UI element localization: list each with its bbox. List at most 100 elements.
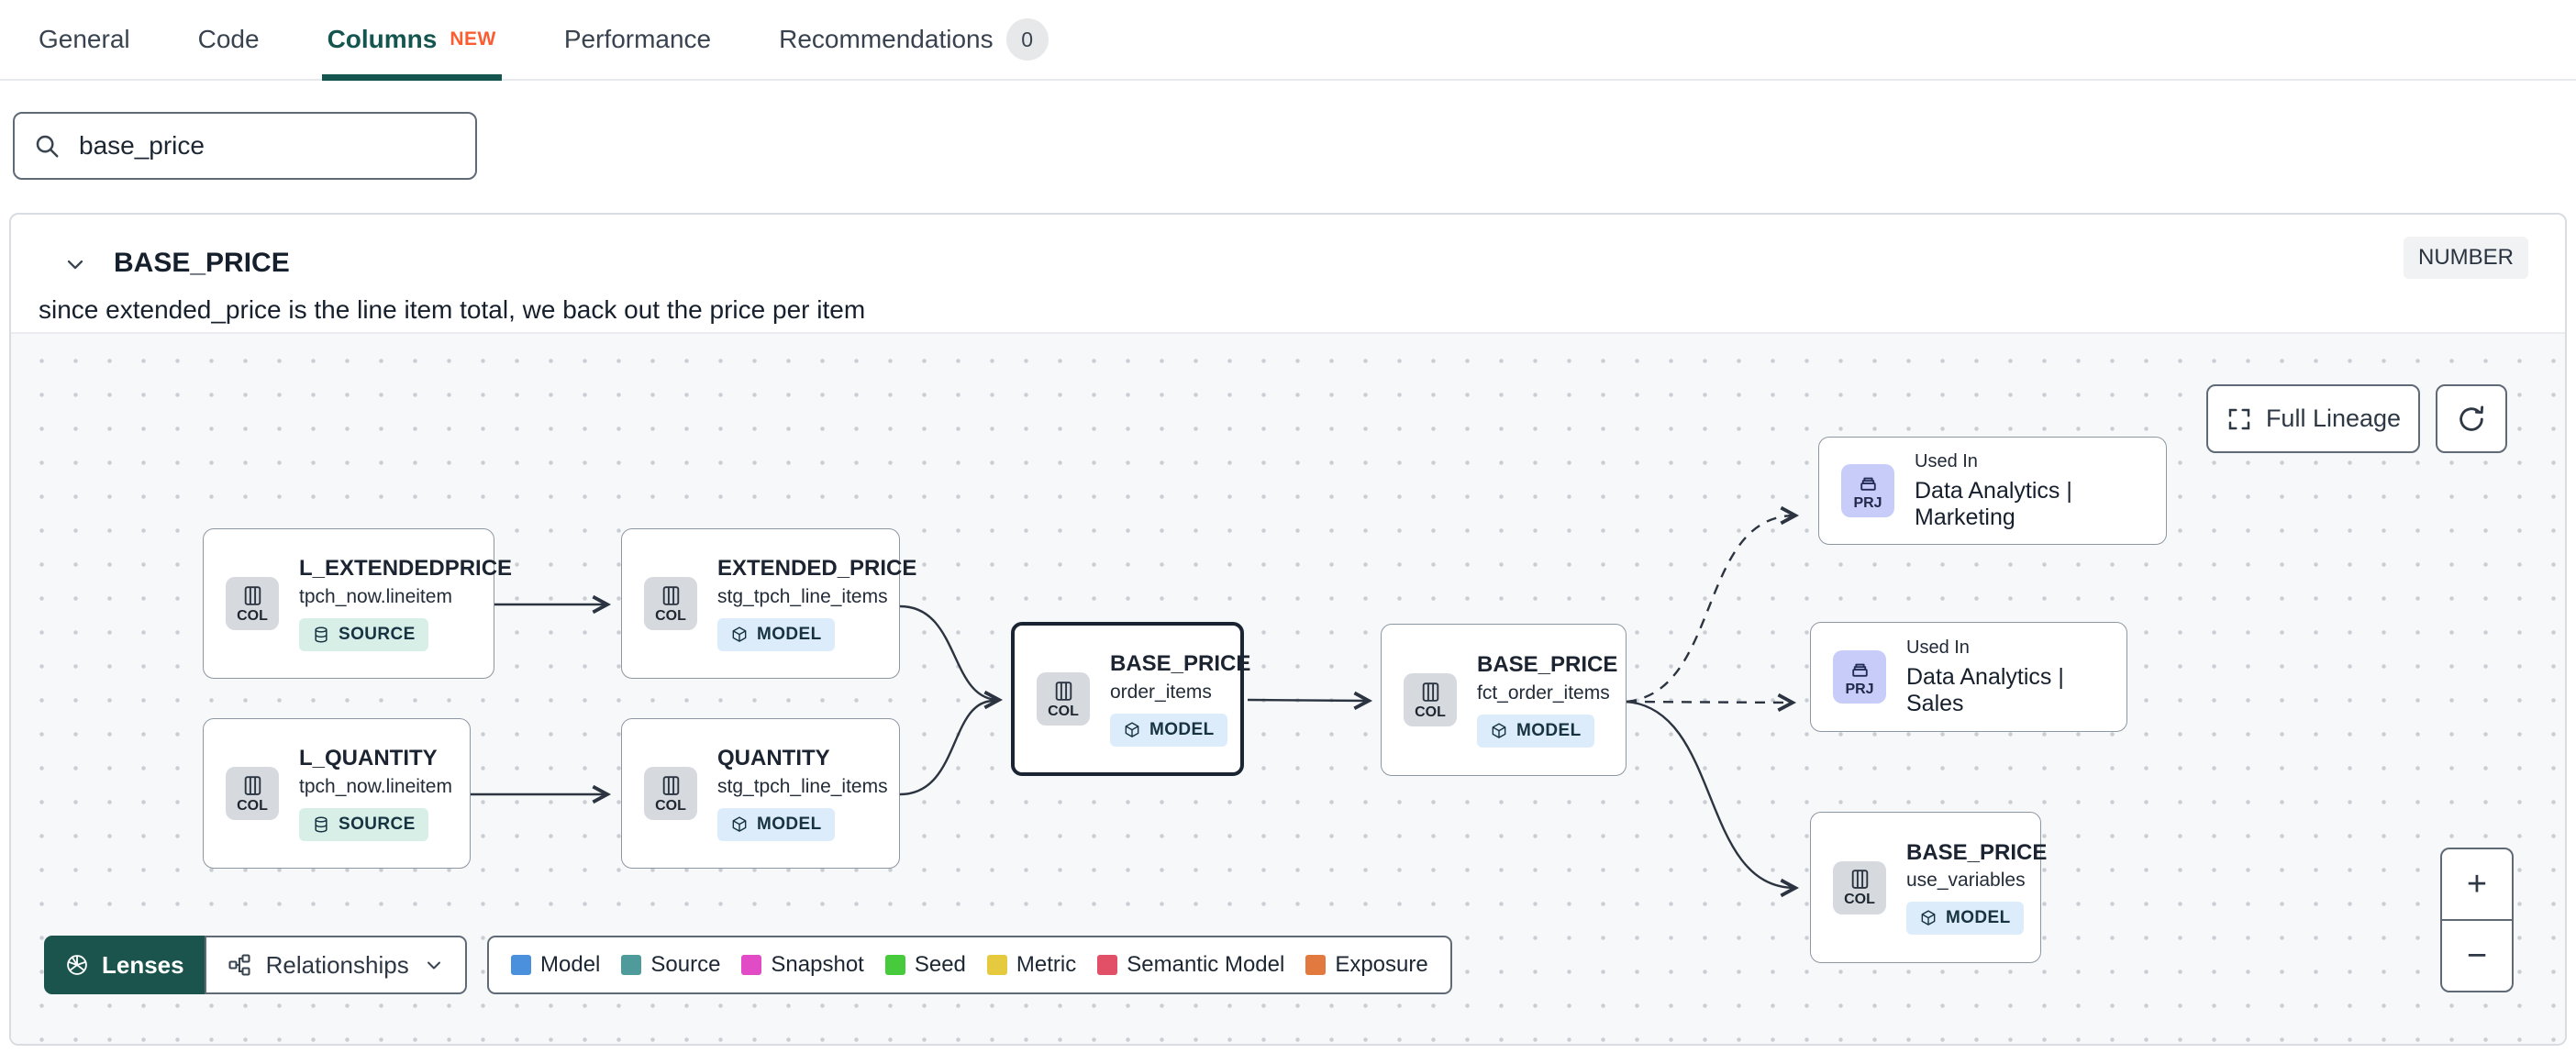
column-icon: COL — [1404, 673, 1457, 726]
database-icon — [315, 816, 328, 833]
node-used-in-label: Used In — [1915, 450, 1978, 471]
lens-aperture-icon — [67, 955, 87, 975]
lineage-node-base-price-order-items[interactable]: COL BASE_PRICE order_items MODEL — [1011, 622, 1250, 776]
zoom-in-button[interactable]: + — [2442, 849, 2512, 919]
edge-fctorderitems-to-marketing — [1626, 505, 1800, 704]
source-badge: SOURCE — [299, 807, 428, 841]
model-badge: MODEL — [717, 617, 835, 651]
new-badge: NEW — [450, 28, 496, 50]
column-description: since extended_price is the line item to… — [39, 295, 866, 324]
legend-item-snapshot: Snapshot — [741, 952, 864, 978]
lenses-button[interactable]: Lenses — [44, 936, 205, 994]
lineage-canvas[interactable]: COL L_EXTENDEDPRICE tpch_now.lineitem SO… — [11, 332, 2565, 1044]
lineage-node-base-price-use-variables[interactable]: COL BASE_PRICE use_variables MODEL — [1810, 812, 2047, 963]
badge-label: SOURCE — [339, 624, 416, 644]
node-title: L_EXTENDEDPRICE — [299, 556, 513, 582]
search-input[interactable] — [77, 130, 457, 161]
lineage-node-base-price-fct-order-items[interactable]: COL BASE_PRICE fct_order_items MODEL — [1381, 624, 1627, 776]
relationships-dropdown[interactable]: Relationships — [204, 936, 467, 994]
column-search-box[interactable] — [13, 112, 477, 180]
lineage-node-extended-price[interactable]: COL EXTENDED_PRICE stg_tpch_line_items M… — [621, 528, 916, 679]
recommendations-count-badge: 0 — [1005, 18, 1049, 61]
node-title: QUANTITY — [717, 746, 830, 771]
source-badge: SOURCE — [299, 617, 428, 651]
legend-item-exposure: Exposure — [1305, 952, 1428, 978]
node-kind-label: COL — [237, 797, 268, 814]
cube-icon — [732, 816, 747, 832]
column-icon: COL — [644, 767, 697, 820]
legend-swatch — [986, 955, 1007, 975]
node-title: BASE_PRICE — [1110, 651, 1251, 677]
node-kind-label: COL — [1048, 703, 1079, 719]
cube-icon — [1492, 723, 1506, 738]
legend-item-seed: Seed — [884, 952, 966, 978]
badge-label: SOURCE — [339, 814, 416, 834]
chevron-down-icon[interactable] — [62, 251, 88, 282]
expand-icon — [2228, 408, 2250, 429]
tab-label: General — [39, 25, 130, 53]
lineage-node-used-in-sales[interactable]: PRJ Used In Data Analytics | Sales — [1810, 622, 2127, 732]
legend-item-model: Model — [511, 952, 600, 978]
badge-label: MODEL — [1946, 908, 2011, 928]
lineage-node-l-quantity[interactable]: COL L_QUANTITY tpch_now.lineitem SOURCE — [203, 718, 471, 869]
column-card: BASE_PRICE NUMBER since extended_price i… — [9, 213, 2567, 1046]
database-icon — [315, 626, 328, 643]
column-icon: COL — [226, 577, 279, 630]
lineage-node-used-in-marketing[interactable]: PRJ Used In Data Analytics | Marketing — [1818, 437, 2167, 545]
legend-swatch — [511, 955, 531, 975]
legend-swatch — [621, 955, 642, 975]
node-project-name: Data Analytics | Sales — [1906, 663, 2064, 716]
tab-label: Performance — [563, 25, 712, 53]
node-subtitle: stg_tpch_line_items — [717, 585, 888, 607]
node-subtitle: tpch_now.lineitem — [299, 775, 452, 797]
tab-recommendations[interactable]: Recommendations 0 — [779, 0, 1049, 79]
tab-bar: General Code Columns NEW Performance Rec… — [0, 0, 2576, 81]
legend-label: Snapshot — [771, 952, 864, 977]
model-badge: MODEL — [1477, 714, 1594, 748]
legend: Model Source Snapshot Seed Metric Semant… — [487, 936, 1452, 994]
node-kind-label: PRJ — [1845, 681, 1874, 697]
legend-swatch — [741, 955, 762, 975]
zoom-out-button[interactable]: − — [2442, 919, 2512, 991]
column-icon: COL — [226, 767, 279, 820]
node-kind-label: COL — [655, 797, 686, 814]
cube-icon — [732, 626, 747, 642]
node-subtitle: use_variables — [1906, 870, 2026, 892]
refresh-button[interactable] — [2436, 384, 2507, 453]
column-icon: COL — [1833, 860, 1886, 914]
tab-label: Columns — [327, 25, 438, 53]
legend-item-source: Source — [621, 952, 720, 978]
column-lineage-page: General Code Columns NEW Performance Rec… — [0, 0, 2576, 1053]
node-subtitle: fct_order_items — [1477, 682, 1610, 704]
tab-code[interactable]: Code — [198, 0, 260, 79]
legend-label: Model — [540, 952, 601, 977]
legend-label: Seed — [914, 952, 966, 977]
tab-general[interactable]: General — [39, 0, 130, 79]
cube-icon — [1125, 722, 1139, 737]
node-subtitle: order_items — [1110, 681, 1212, 703]
badge-label: MODEL — [757, 624, 822, 644]
node-title: BASE_PRICE — [1477, 652, 1618, 678]
node-title: BASE_PRICE — [1906, 839, 2048, 865]
tab-columns[interactable]: Columns NEW — [321, 0, 503, 81]
node-subtitle: stg_tpch_line_items — [717, 775, 888, 797]
legend-swatch — [1305, 955, 1327, 975]
node-used-in-label: Used In — [1906, 637, 1970, 658]
legend-swatch — [1097, 955, 1118, 975]
badge-label: MODEL — [757, 814, 822, 834]
node-project-name: Data Analytics | Marketing — [1915, 477, 2072, 530]
node-kind-label: COL — [655, 607, 686, 624]
lineage-node-quantity[interactable]: COL QUANTITY stg_tpch_line_items MODEL — [621, 718, 900, 869]
badge-label: MODEL — [1149, 719, 1215, 739]
tab-performance[interactable]: Performance — [564, 0, 711, 79]
relationships-icon — [228, 954, 250, 976]
full-lineage-button[interactable]: Full Lineage — [2206, 384, 2420, 453]
edge-fctorderitems-to-usevariables — [1626, 700, 1800, 898]
lineage-node-l-extendedprice[interactable]: COL L_EXTENDEDPRICE tpch_now.lineitem SO… — [203, 528, 512, 679]
model-badge: MODEL — [1906, 902, 2024, 936]
edge-quantity-to-baseprice — [899, 699, 995, 796]
lenses-toolbar: Lenses Relationships — [44, 936, 467, 994]
project-icon: PRJ — [1833, 650, 1886, 704]
legend-label: Exposure — [1335, 952, 1428, 977]
legend-label: Semantic Model — [1127, 952, 1285, 977]
